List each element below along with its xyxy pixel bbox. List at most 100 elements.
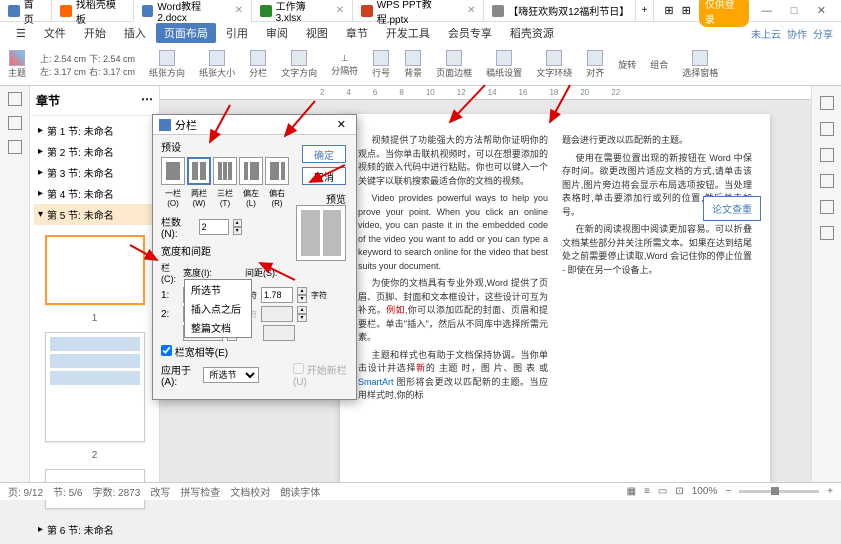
status-spell[interactable]: 拼写检查 bbox=[180, 484, 220, 499]
menu-insert[interactable]: 插入 bbox=[116, 23, 154, 43]
dropdown-option-section[interactable]: 所选节 bbox=[185, 280, 251, 299]
ribbon-breaks[interactable]: ⊥分隔符 bbox=[331, 48, 358, 81]
menu-view[interactable]: 视图 bbox=[298, 23, 336, 43]
nav-section-2[interactable]: ▸第 2 节: 未命名 bbox=[34, 141, 155, 162]
ribbon-align[interactable]: 对齐 bbox=[586, 48, 604, 81]
close-icon[interactable]: ✕ bbox=[336, 5, 344, 16]
menu-review[interactable]: 审阅 bbox=[258, 23, 296, 43]
preset-three[interactable] bbox=[213, 157, 237, 185]
spacing-1-input[interactable] bbox=[261, 287, 293, 303]
nav-section-4[interactable]: ▸第 4 节: 未命名 bbox=[34, 183, 155, 204]
ribbon-theme[interactable]: 主题 bbox=[8, 48, 26, 81]
document-page[interactable]: 视频提供了功能强大的方法帮助你证明你的观点。当你单击联机视频时，可以在想要添加的… bbox=[340, 114, 770, 486]
ribbon-size[interactable]: 纸张大小 bbox=[199, 48, 235, 81]
nav-menu-icon[interactable]: ⋯ bbox=[141, 92, 153, 109]
plagiarism-check-button[interactable]: 论文查重 bbox=[703, 196, 761, 221]
zoom-value[interactable]: 100% bbox=[692, 486, 718, 497]
settings-icon[interactable] bbox=[820, 226, 834, 240]
status-words[interactable]: 字数: 2873 bbox=[93, 484, 141, 499]
clipboard-icon[interactable] bbox=[820, 148, 834, 162]
ribbon-paper[interactable]: 稿纸设置 bbox=[486, 48, 522, 81]
navigation-panel: 章节⋯ ▸第 1 节: 未命名 ▸第 2 节: 未命名 ▸第 3 节: 未命名 … bbox=[30, 86, 160, 486]
close-button[interactable]: ✕ bbox=[812, 4, 831, 17]
menu-icon[interactable]: ☰ bbox=[8, 25, 34, 42]
cloud-status[interactable]: 未上云 bbox=[751, 26, 781, 41]
close-icon[interactable]: ✕ bbox=[467, 5, 475, 16]
spin-up[interactable]: ▴ bbox=[233, 219, 242, 227]
dropdown-option-whole[interactable]: 整篇文档 bbox=[185, 318, 251, 337]
menu-start[interactable]: 开始 bbox=[76, 23, 114, 43]
status-page[interactable]: 页: 9/12 bbox=[8, 484, 43, 499]
ribbon-text-dir[interactable]: 文字方向 bbox=[281, 48, 317, 81]
grid-icon[interactable]: ⊞ bbox=[682, 4, 691, 17]
view-mode-icon[interactable]: ≡ bbox=[644, 486, 650, 497]
nav-section-6[interactable]: ▸第 6 节: 未命名 bbox=[34, 519, 155, 540]
ribbon-columns[interactable]: 分栏 bbox=[249, 48, 267, 81]
dialog-close-button[interactable]: ✕ bbox=[333, 118, 350, 131]
ribbon-rotate[interactable]: 旋转 bbox=[618, 48, 636, 81]
tab-home[interactable]: 首页 bbox=[0, 0, 52, 22]
collab-button[interactable]: 协作 bbox=[787, 26, 807, 41]
ribbon-line-num[interactable]: 行号 bbox=[372, 48, 390, 81]
nav-section-1[interactable]: ▸第 1 节: 未命名 bbox=[34, 120, 155, 141]
status-proof[interactable]: 文档校对 bbox=[230, 484, 270, 499]
ribbon-background[interactable]: 背景 bbox=[404, 48, 422, 81]
apply-dropdown-list: 所选节 插入点之后 整篇文档 bbox=[184, 279, 252, 338]
ribbon-border[interactable]: 页面边框 bbox=[436, 48, 472, 81]
spin-down[interactable]: ▾ bbox=[233, 227, 242, 235]
horizontal-ruler[interactable]: 246810121416182022 bbox=[160, 86, 811, 100]
outline-icon[interactable] bbox=[8, 116, 22, 130]
select-icon[interactable] bbox=[820, 122, 834, 136]
search-icon[interactable] bbox=[820, 96, 834, 110]
ribbon-wrap[interactable]: 文字环绕 bbox=[536, 48, 572, 81]
view-mode-icon[interactable]: ▭ bbox=[658, 486, 667, 497]
tab-xlsx[interactable]: 工作簿3.xlsx✕ bbox=[252, 0, 353, 22]
menu-page-layout[interactable]: 页面布局 bbox=[156, 23, 216, 43]
nav-section-3[interactable]: ▸第 3 节: 未命名 bbox=[34, 162, 155, 183]
view-mode-icon[interactable]: ⊡ bbox=[675, 486, 683, 497]
minimize-button[interactable]: — bbox=[757, 5, 776, 17]
ok-button[interactable]: 确定 bbox=[302, 145, 346, 163]
ribbon-orientation[interactable]: 纸张方向 bbox=[149, 48, 185, 81]
zoom-out[interactable]: − bbox=[725, 486, 731, 497]
maximize-button[interactable]: □ bbox=[785, 5, 804, 17]
cancel-button[interactable]: 取消 bbox=[302, 167, 346, 185]
page-thumb-2[interactable] bbox=[45, 332, 145, 442]
preset-left[interactable] bbox=[239, 157, 263, 185]
tab-word-doc[interactable]: Word教程2.docx✕ bbox=[134, 0, 252, 22]
share-button[interactable]: 分享 bbox=[813, 26, 833, 41]
menu-dev[interactable]: 开发工具 bbox=[378, 23, 438, 43]
tab-add[interactable]: + bbox=[636, 0, 655, 22]
menu-member[interactable]: 会员专享 bbox=[440, 23, 500, 43]
preset-right[interactable] bbox=[265, 157, 289, 185]
ribbon-group[interactable]: 组合 bbox=[650, 48, 668, 81]
status-read[interactable]: 朗读字体 bbox=[280, 484, 320, 499]
dropdown-option-after[interactable]: 插入点之后 bbox=[185, 299, 251, 318]
view-mode-icon[interactable]: ▦ bbox=[627, 486, 636, 497]
preset-two[interactable] bbox=[187, 157, 211, 185]
nav-section-5[interactable]: ▾第 5 节: 未命名 bbox=[34, 204, 155, 225]
bookmark-icon[interactable] bbox=[8, 140, 22, 154]
equal-width-checkbox[interactable] bbox=[161, 345, 172, 356]
close-icon[interactable]: ✕ bbox=[235, 5, 243, 16]
tab-promo[interactable]: 【嗨狂欢购双12福利节日】 bbox=[484, 0, 635, 22]
nav-icon[interactable] bbox=[8, 92, 22, 106]
translate-icon[interactable] bbox=[820, 200, 834, 214]
status-mode[interactable]: 改写 bbox=[150, 484, 170, 499]
tab-templates[interactable]: 找稻壳模板 bbox=[52, 0, 134, 22]
tab-pptx[interactable]: WPS PPT教程.pptx✕ bbox=[353, 0, 484, 22]
property-icon[interactable] bbox=[820, 174, 834, 188]
zoom-in[interactable]: + bbox=[827, 486, 833, 497]
zoom-slider[interactable] bbox=[739, 490, 819, 493]
user-badge[interactable]: 仅供登录 bbox=[699, 0, 749, 27]
preset-one[interactable] bbox=[161, 157, 185, 185]
apply-to-select[interactable]: 所选节 bbox=[203, 367, 259, 383]
grid-icon[interactable]: ⊞ bbox=[664, 4, 673, 17]
menu-file[interactable]: 文件 bbox=[36, 23, 74, 43]
columns-count-input[interactable] bbox=[199, 219, 229, 235]
menu-section[interactable]: 章节 bbox=[338, 23, 376, 43]
menu-resources[interactable]: 稻壳资源 bbox=[502, 23, 562, 43]
ribbon-select-pane[interactable]: 选择窗格 bbox=[682, 48, 718, 81]
menu-references[interactable]: 引用 bbox=[218, 23, 256, 43]
page-thumb-1[interactable] bbox=[45, 235, 145, 305]
